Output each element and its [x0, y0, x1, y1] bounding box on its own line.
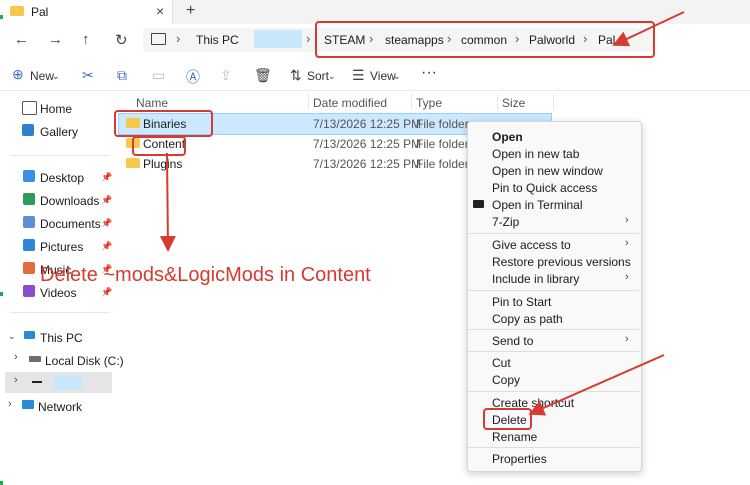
annotation-arrow-delete	[528, 354, 665, 416]
annotation-arrow-content	[159, 152, 176, 252]
window-edge-marker	[0, 15, 3, 19]
annotation-arrows	[159, 11, 685, 416]
window-edge-marker	[0, 292, 3, 296]
annotation-arrow-address	[612, 11, 685, 47]
window-edge-marker	[0, 481, 3, 485]
